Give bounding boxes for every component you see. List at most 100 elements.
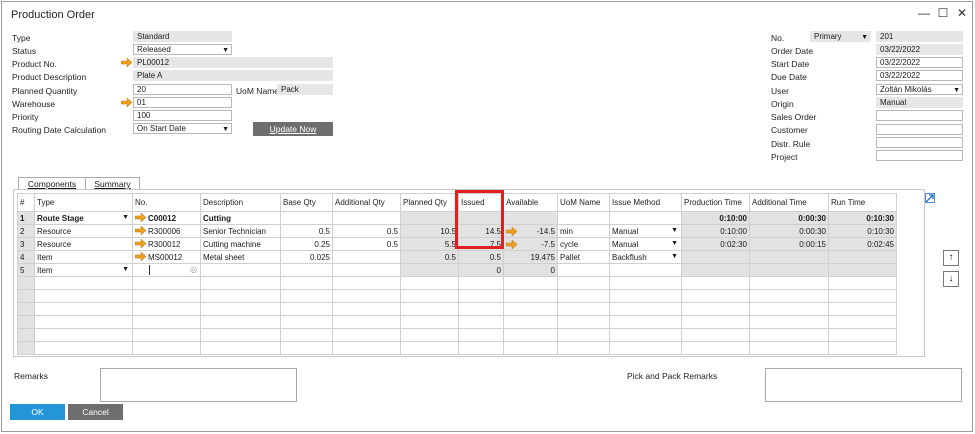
grid-cell[interactable]: Manual ▼ xyxy=(609,237,682,251)
grid-cell[interactable]: cycle xyxy=(557,237,610,251)
link-arrow-icon[interactable] xyxy=(505,239,518,250)
column-header[interactable]: Run Time xyxy=(828,193,897,212)
column-header[interactable]: Description xyxy=(200,193,281,212)
grid-cell[interactable]: 5.5 xyxy=(400,237,459,251)
grid-cell[interactable] xyxy=(609,211,682,225)
priority-input[interactable]: 100 xyxy=(133,110,232,121)
grid-cell[interactable]: 0:10:30 xyxy=(828,224,897,238)
column-header[interactable]: Base Qty xyxy=(280,193,333,212)
grid-cell[interactable]: R300012 xyxy=(132,237,201,251)
grid-cell[interactable]: 0:00:15 xyxy=(749,237,829,251)
grid-cell[interactable]: 0:10:00 xyxy=(681,211,750,225)
grid-cell[interactable] xyxy=(828,250,897,264)
due-date-input[interactable]: 03/22/2022 xyxy=(876,70,963,81)
grid-cell[interactable]: min xyxy=(557,224,610,238)
table-row[interactable] xyxy=(17,328,897,342)
grid-cell[interactable] xyxy=(400,211,459,225)
grid-cell[interactable]: 0.5 xyxy=(280,224,333,238)
remarks-textarea[interactable] xyxy=(100,368,297,402)
grid-cell[interactable]: Manual ▼ xyxy=(609,224,682,238)
column-header[interactable]: Type xyxy=(34,193,133,212)
grid-cell[interactable]: -14.5 xyxy=(503,224,558,238)
link-arrow-icon[interactable] xyxy=(134,238,147,249)
move-down-button[interactable]: ↓ xyxy=(943,271,959,287)
table-row[interactable] xyxy=(17,302,897,316)
column-header[interactable]: Issue Method xyxy=(609,193,682,212)
column-header[interactable]: Additional Time xyxy=(749,193,829,212)
customer-input[interactable] xyxy=(876,124,963,135)
column-header[interactable]: Available xyxy=(503,193,558,212)
column-header[interactable]: No. xyxy=(132,193,201,212)
project-input[interactable] xyxy=(876,150,963,161)
grid-cell[interactable]: 0.5 xyxy=(458,250,504,264)
grid-cell[interactable] xyxy=(557,211,610,225)
grid-cell[interactable] xyxy=(280,263,333,277)
expand-icon[interactable] xyxy=(925,193,935,203)
grid-cell[interactable]: 0:00:30 xyxy=(749,211,829,225)
column-header[interactable]: # xyxy=(17,193,35,212)
grid-cell[interactable] xyxy=(332,250,401,264)
maximize-icon[interactable]: ☐ xyxy=(936,6,950,20)
grid-cell[interactable]: Metal sheet xyxy=(200,250,281,264)
grid-cell[interactable]: Item ▼ xyxy=(34,263,133,277)
grid-cell[interactable]: 0.025 xyxy=(280,250,333,264)
start-date-input[interactable]: 03/22/2022 xyxy=(876,57,963,68)
grid-cell[interactable]: 0:02:30 xyxy=(681,237,750,251)
grid-cell[interactable]: 10.5 xyxy=(400,224,459,238)
grid-cell[interactable]: 0:10:30 xyxy=(828,211,897,225)
column-header[interactable]: Production Time xyxy=(681,193,750,212)
minimize-icon[interactable]: — xyxy=(917,6,931,20)
grid-cell[interactable] xyxy=(400,263,459,277)
series-select[interactable]: Primary ▼ xyxy=(810,31,871,42)
grid-cell[interactable]: ◎ xyxy=(132,263,201,277)
grid-cell[interactable]: Backflush ▼ xyxy=(609,250,682,264)
status-select[interactable]: Released ▼ xyxy=(133,44,232,55)
grid-cell[interactable]: -7.5 xyxy=(503,237,558,251)
table-row[interactable] xyxy=(17,341,897,355)
grid-cell[interactable] xyxy=(681,250,750,264)
grid-cell[interactable]: Resource xyxy=(34,237,133,251)
link-arrow-icon[interactable] xyxy=(121,58,132,67)
move-up-button[interactable]: ↑ xyxy=(943,250,959,266)
grid-cell[interactable] xyxy=(681,263,750,277)
column-header[interactable]: UoM Name xyxy=(557,193,610,212)
user-select[interactable]: Zoltán Mikolás ▼ xyxy=(876,84,963,95)
column-header[interactable]: Planned Qty xyxy=(400,193,459,212)
grid-cell[interactable]: MS00012 xyxy=(132,250,201,264)
grid-cell[interactable] xyxy=(332,263,401,277)
grid-cell[interactable]: Senior Technician xyxy=(200,224,281,238)
grid-cell[interactable]: 0.5 xyxy=(332,224,401,238)
routing-date-select[interactable]: On Start Date ▼ xyxy=(133,123,232,134)
grid-cell[interactable]: 0.25 xyxy=(280,237,333,251)
grid-cell[interactable]: Cutting machine xyxy=(200,237,281,251)
grid-cell[interactable] xyxy=(332,211,401,225)
ok-button[interactable]: OK xyxy=(10,404,65,420)
link-arrow-icon[interactable] xyxy=(134,251,147,262)
grid-cell[interactable]: 0:00:30 xyxy=(749,224,829,238)
grid-cell[interactable]: Cutting xyxy=(200,211,281,225)
grid-cell[interactable] xyxy=(609,263,682,277)
grid-cell[interactable]: Route Stage ▼ xyxy=(34,211,133,225)
grid-cell[interactable] xyxy=(200,263,281,277)
column-header[interactable]: Additional Qty xyxy=(332,193,401,212)
distr-rule-input[interactable] xyxy=(876,137,963,148)
grid-cell[interactable]: 0 xyxy=(503,263,558,277)
table-row[interactable] xyxy=(17,276,897,290)
grid-cell[interactable]: 0.5 xyxy=(332,237,401,251)
grid-cell[interactable]: R300006 xyxy=(132,224,201,238)
table-row[interactable] xyxy=(17,315,897,329)
grid-cell[interactable]: Resource xyxy=(34,224,133,238)
cancel-button[interactable]: Cancel xyxy=(68,404,123,420)
table-row[interactable]: 5 Item ▼ ◎ 0 0 xyxy=(17,263,897,277)
grid-cell[interactable] xyxy=(749,250,829,264)
grid-cell[interactable]: 0:02:45 xyxy=(828,237,897,251)
grid-cell[interactable]: 0:10:00 xyxy=(681,224,750,238)
grid-cell[interactable] xyxy=(557,263,610,277)
sales-order-input[interactable] xyxy=(876,110,963,121)
grid-cell[interactable] xyxy=(280,211,333,225)
link-arrow-icon[interactable] xyxy=(134,212,147,223)
planned-qty-input[interactable]: 20 xyxy=(133,84,232,95)
pick-pack-remarks-textarea[interactable] xyxy=(765,368,962,402)
grid-cell[interactable]: C00012 xyxy=(132,211,201,225)
warehouse-input[interactable]: 01 xyxy=(133,97,232,108)
